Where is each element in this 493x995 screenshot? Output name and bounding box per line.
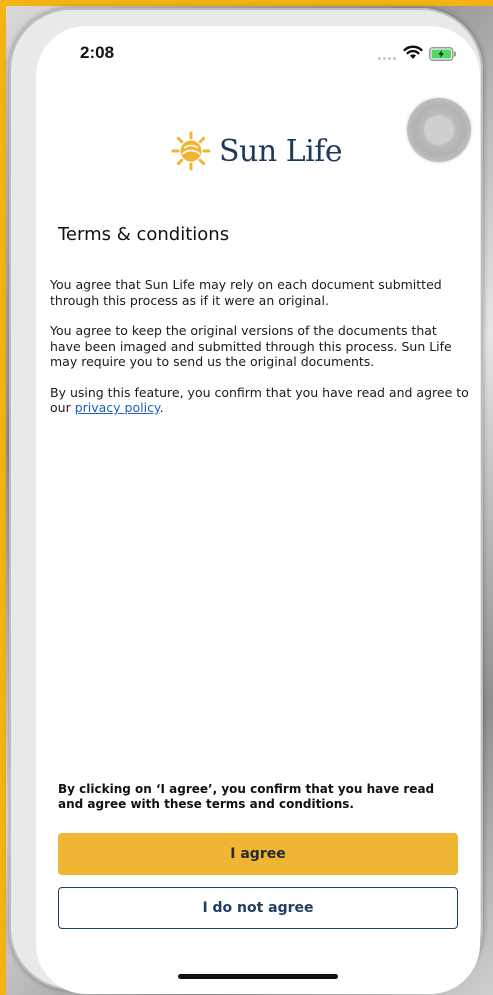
- phone-frame: 2:08 Sun Life Terms & conditions You agr…: [9, 8, 483, 994]
- app-screen: 2:08 Sun Life Terms & conditions You agr…: [36, 26, 480, 994]
- logo-wordmark: Sun Life: [219, 133, 343, 169]
- disagree-button[interactable]: I do not agree: [58, 887, 458, 929]
- assistive-touch-button[interactable]: [407, 98, 471, 162]
- home-indicator[interactable]: [178, 974, 338, 979]
- terms-paragraph: You agree that Sun Life may rely on each…: [50, 277, 442, 308]
- sun-logo-icon: [171, 131, 211, 171]
- cellular-signal-icon: [378, 57, 396, 60]
- sun-life-logo: Sun Life: [171, 131, 343, 171]
- agree-button[interactable]: I agree: [58, 833, 458, 875]
- wifi-icon: [403, 45, 423, 59]
- status-time: 2:08: [80, 43, 115, 62]
- terms-paragraph: You agree to keep the original versions …: [50, 323, 452, 369]
- battery-charging-icon: [429, 47, 456, 61]
- page-title: Terms & conditions: [58, 224, 230, 245]
- consent-paragraph: By using this feature, you confirm that …: [50, 385, 470, 416]
- privacy-policy-link[interactable]: privacy policy: [75, 400, 160, 415]
- consent-text-end: .: [159, 400, 164, 415]
- terms-body: You agree that Sun Life may rely on each…: [50, 277, 470, 431]
- agreement-notice: By clicking on ‘I agree’, you confirm th…: [58, 782, 435, 811]
